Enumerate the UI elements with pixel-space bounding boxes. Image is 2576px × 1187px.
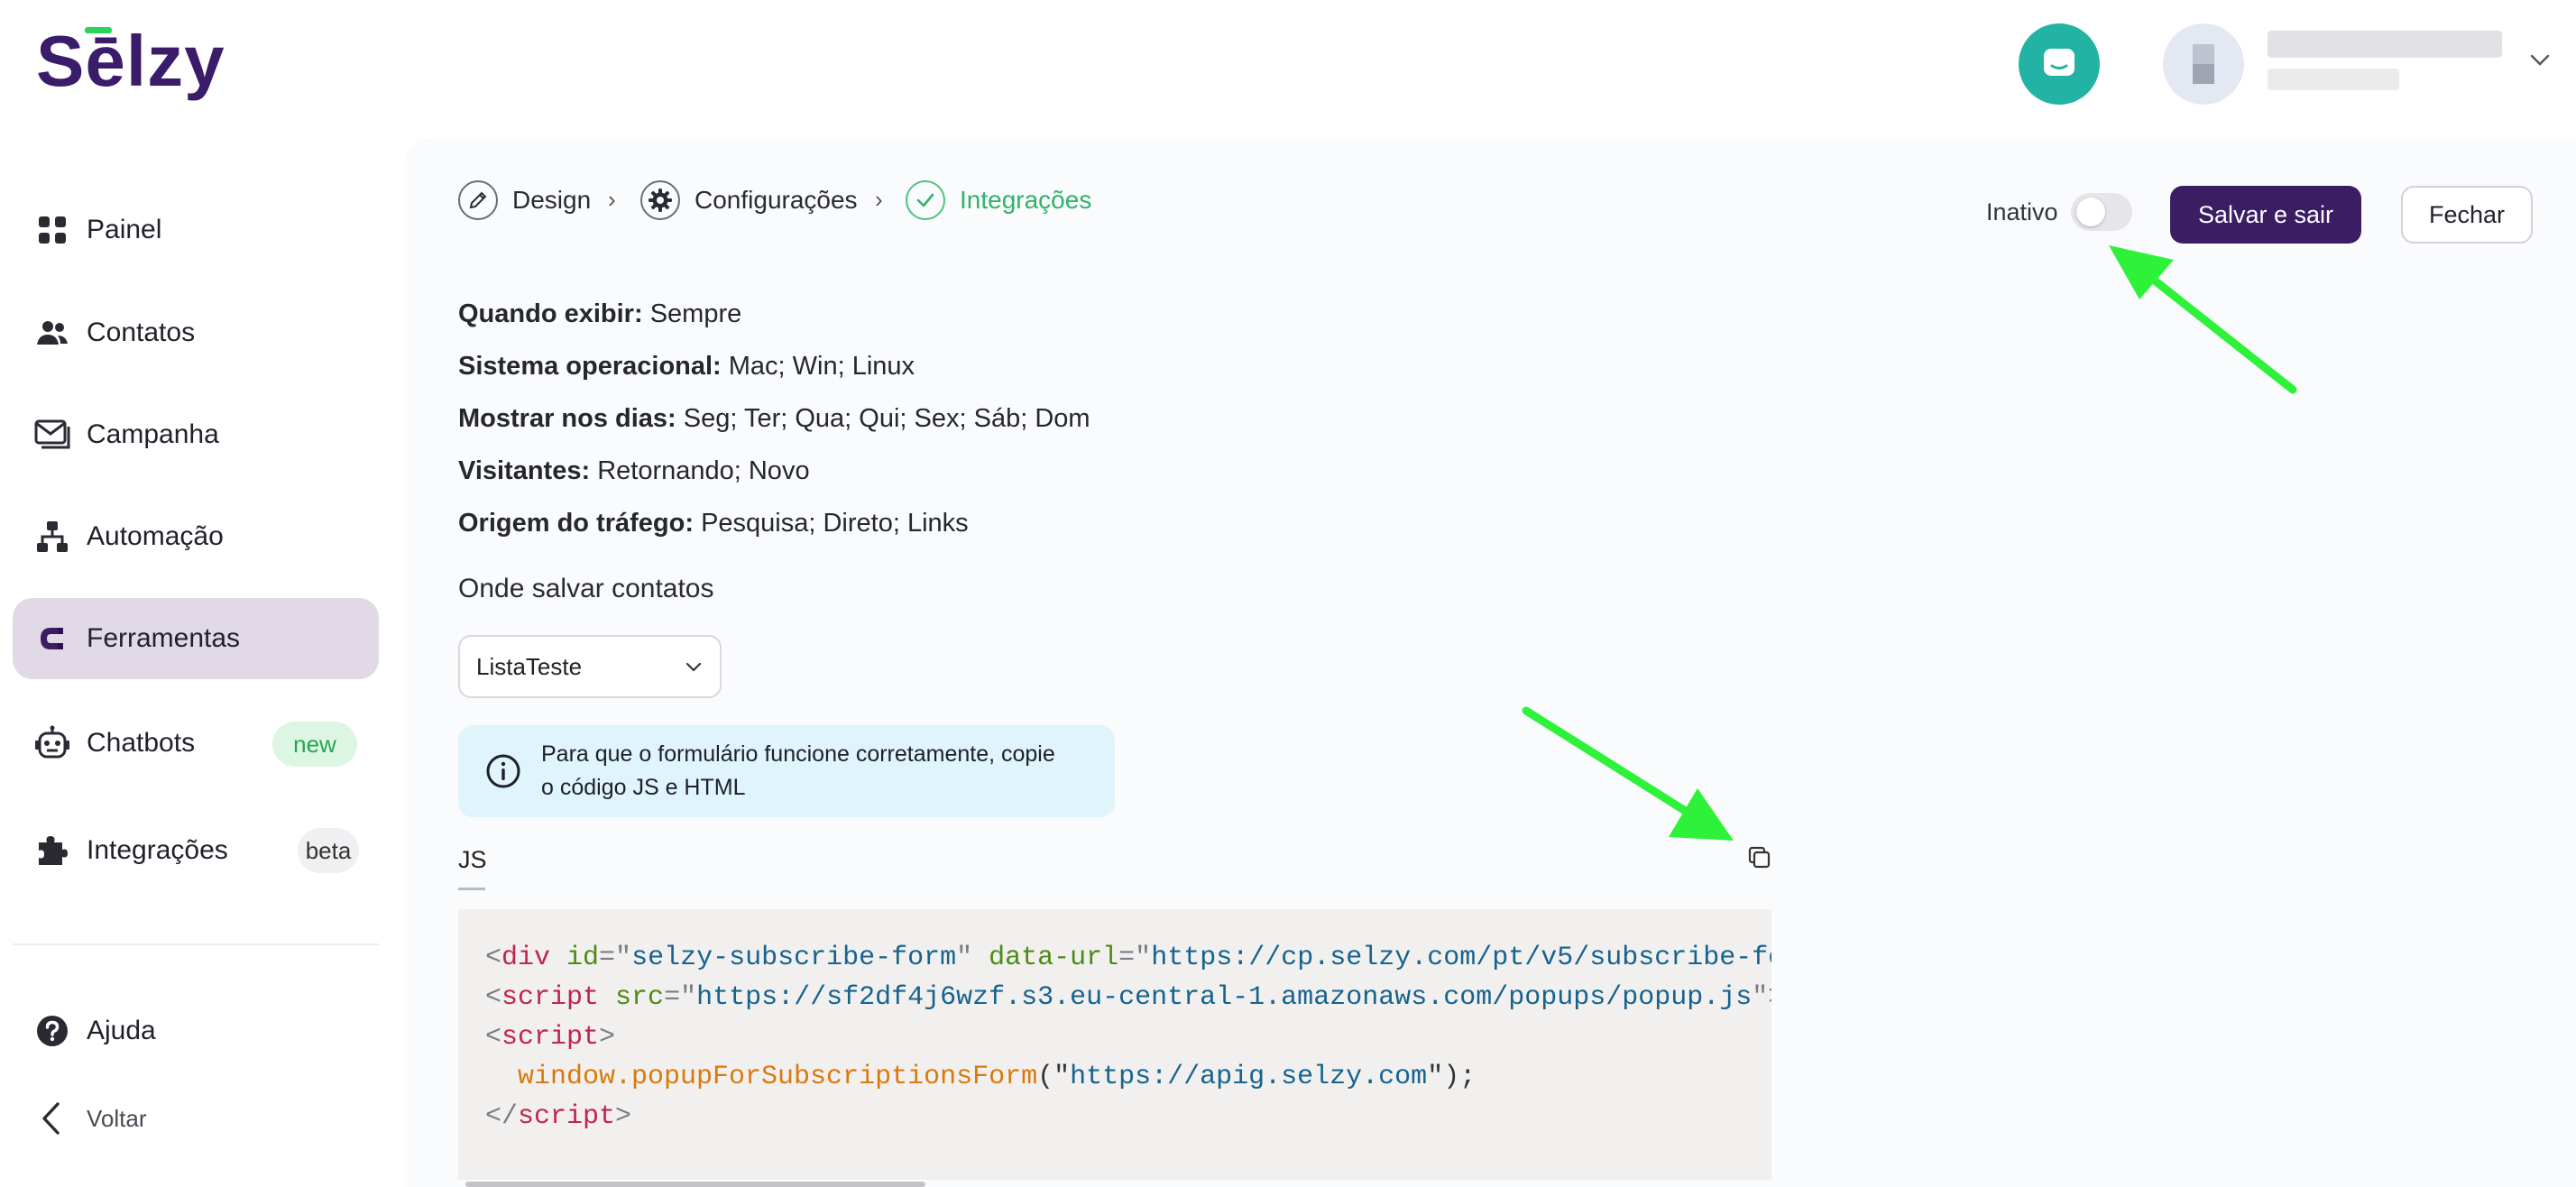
annotation-arrows — [1522, 245, 2297, 841]
arrow-to-toggle-icon — [2109, 245, 2297, 394]
arrow-to-copy-icon — [1522, 706, 1734, 841]
